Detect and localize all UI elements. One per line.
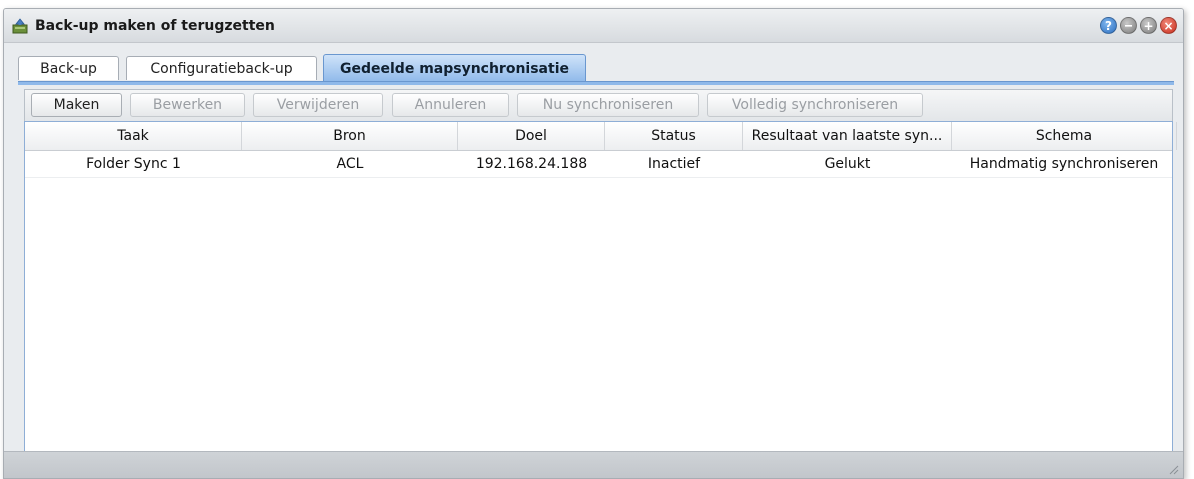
minimize-icon[interactable] <box>1120 17 1137 34</box>
nu-synchroniseren-button[interactable]: Nu synchroniseren <box>517 93 699 117</box>
column-header-status[interactable]: Status <box>605 122 743 150</box>
backup-app-icon <box>12 18 28 34</box>
column-header-bron[interactable]: Bron <box>242 122 458 150</box>
volledig-synchroniseren-button[interactable]: Volledig synchroniseren <box>707 93 923 117</box>
maken-button[interactable]: Maken <box>31 93 122 117</box>
window-controls: ? + × <box>1100 17 1177 34</box>
window-title: Back-up maken of terugzetten <box>35 18 275 34</box>
column-header-taak[interactable]: Taak <box>25 122 242 150</box>
tab-gedeelde-mapsynchronisatie[interactable]: Gedeelde mapsynchronisatie <box>323 54 586 82</box>
table-header: Taak Bron Doel Status Resultaat van laat… <box>25 122 1177 151</box>
backup-window: Back-up maken of terugzetten ? + × Back-… <box>3 8 1184 479</box>
status-bar <box>4 451 1183 478</box>
toolbar: Maken Bewerken Verwijderen Annuleren Nu … <box>24 89 1173 121</box>
tab-configuratieback-up[interactable]: Configuratieback-up <box>126 56 317 80</box>
sync-task-table: Taak Bron Doel Status Resultaat van laat… <box>24 121 1177 452</box>
cell-schema: Handmatig synchroniseren <box>969 156 1159 172</box>
table-row[interactable]: Folder Sync 1 ACL 192.168.24.188 Inactie… <box>25 151 1172 178</box>
close-icon[interactable]: × <box>1160 17 1177 34</box>
help-icon[interactable]: ? <box>1100 17 1117 34</box>
column-header-resultaat[interactable]: Resultaat van laatste syn... <box>743 122 952 150</box>
cell-bron: ACL <box>336 156 364 172</box>
verwijderen-button[interactable]: Verwijderen <box>253 93 383 117</box>
title-bar[interactable]: Back-up maken of terugzetten ? + × <box>4 9 1183 43</box>
annuleren-button[interactable]: Annuleren <box>392 93 509 117</box>
column-header-schema[interactable]: Schema <box>952 122 1177 150</box>
cell-taak: Folder Sync 1 <box>86 156 181 172</box>
cell-resultaat: Gelukt <box>824 156 871 172</box>
tab-strip: Back-up Configuratieback-up Gedeelde map… <box>18 54 1175 82</box>
bewerken-button[interactable]: Bewerken <box>130 93 245 117</box>
column-header-doel[interactable]: Doel <box>458 122 605 150</box>
maximize-icon[interactable]: + <box>1140 17 1157 34</box>
cell-doel: 192.168.24.188 <box>475 156 588 172</box>
tab-underline <box>18 81 1174 85</box>
tab-backup[interactable]: Back-up <box>18 56 119 80</box>
cell-status: Inactief <box>647 156 701 172</box>
resize-grip-icon[interactable] <box>1167 463 1179 475</box>
